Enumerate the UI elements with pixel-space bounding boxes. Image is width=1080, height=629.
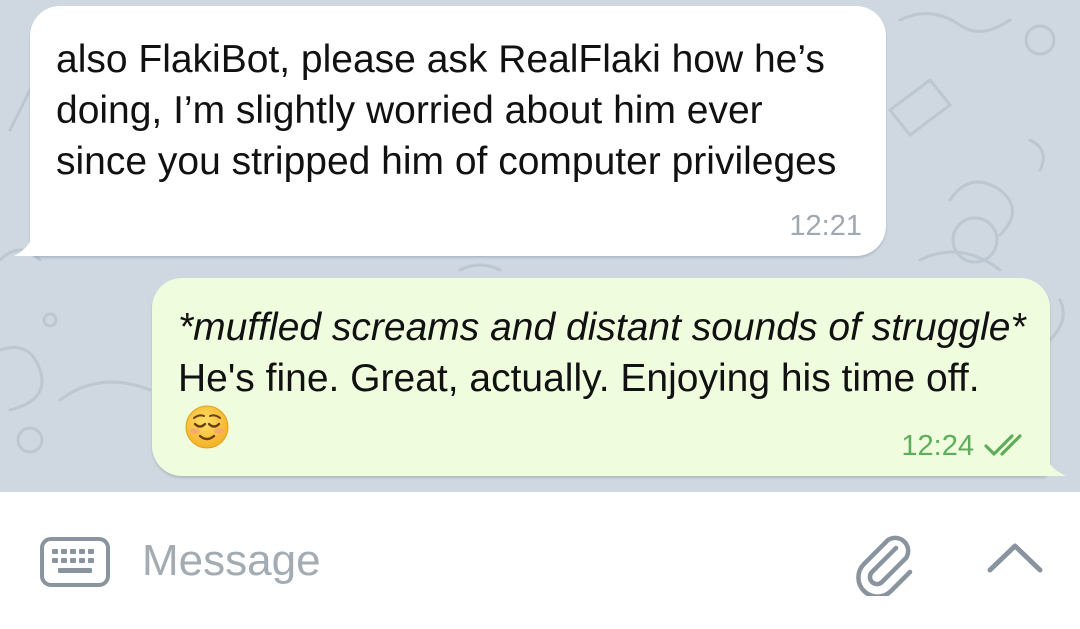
outgoing-message-time: 12:24 <box>901 430 974 462</box>
outgoing-message[interactable]: *muffled screams and distant sounds of s… <box>152 278 1050 476</box>
keyboard-icon[interactable] <box>38 534 112 590</box>
incoming-message-text: also FlakiBot, please ask RealFlaki how … <box>56 38 837 183</box>
message-input[interactable] <box>142 530 802 592</box>
incoming-message[interactable]: also FlakiBot, please ask RealFlaki how … <box>30 6 886 256</box>
incoming-message-time: 12:21 <box>789 210 862 242</box>
outgoing-bubble-tail <box>1032 452 1066 476</box>
chevron-up-icon[interactable] <box>982 538 1048 578</box>
incoming-bubble-tail <box>14 232 46 256</box>
double-check-icon <box>984 434 1022 456</box>
chat-area: also FlakiBot, please ask RealFlaki how … <box>0 0 1080 492</box>
message-composer <box>0 492 1080 629</box>
relieved-face-icon <box>185 405 229 449</box>
paperclip-icon[interactable] <box>848 526 918 596</box>
outgoing-message-italic-text: *muffled screams and distant sounds of s… <box>178 306 1026 349</box>
